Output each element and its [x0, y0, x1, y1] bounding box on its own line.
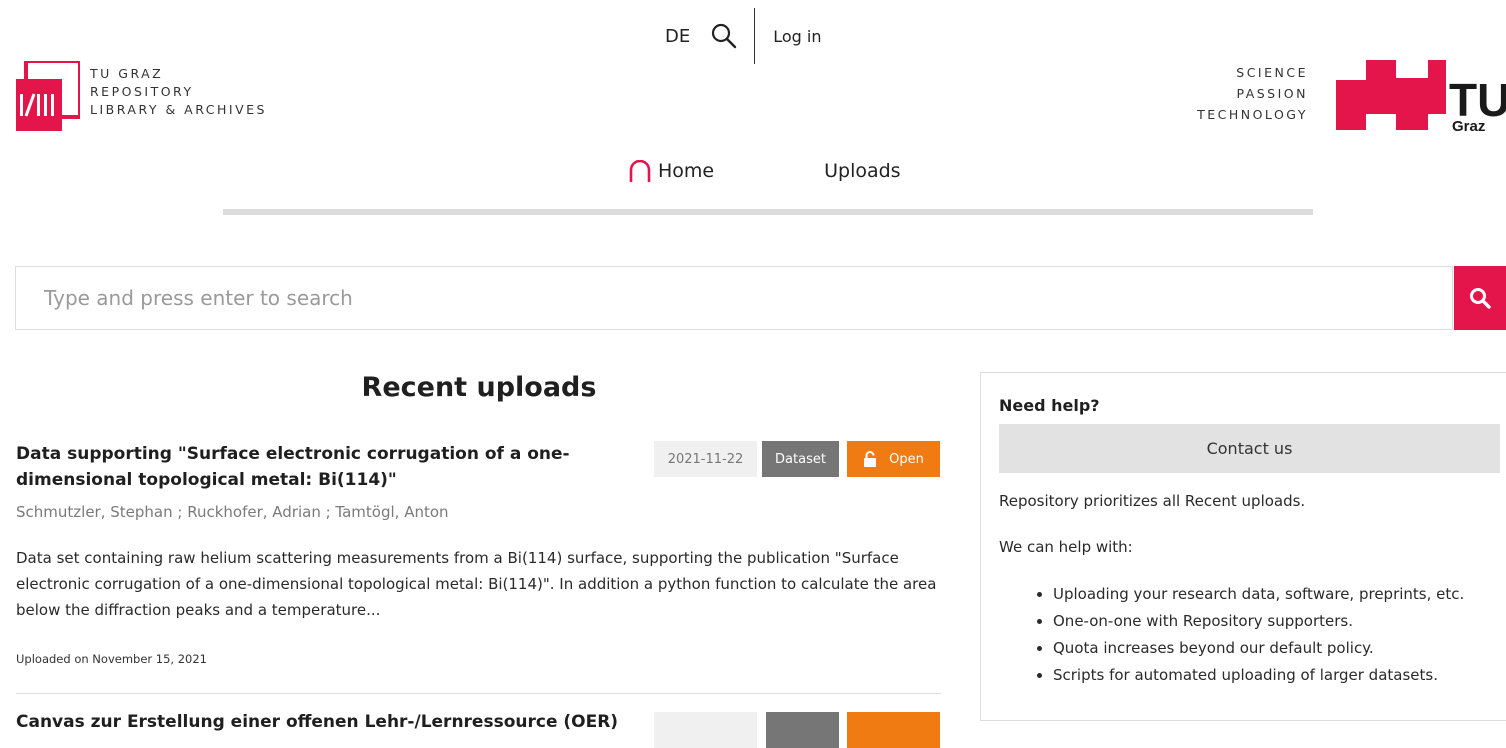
- access-label: Open: [889, 451, 924, 467]
- help-list: Uploading your research data, software, …: [1013, 581, 1464, 689]
- help-text: We can help with:: [999, 538, 1133, 556]
- login-link[interactable]: Log in: [773, 27, 821, 46]
- search-icon: [1470, 288, 1491, 309]
- search-button[interactable]: [1454, 266, 1506, 330]
- resource-type-badge[interactable]: [766, 712, 839, 748]
- nav-uploads[interactable]: Uploads: [824, 160, 900, 182]
- repo-logo-line: REPOSITORY: [90, 84, 194, 99]
- help-list-item: Uploading your research data, software, …: [1053, 581, 1464, 608]
- home-icon: [629, 160, 651, 182]
- slogan-line: TECHNOLOGY: [1197, 107, 1308, 122]
- search-box: [15, 266, 1453, 330]
- access-open-badge[interactable]: [847, 712, 940, 748]
- nav-home-label: Home: [658, 160, 715, 182]
- top-utility-bar: DE Log in: [650, 8, 821, 64]
- divider: [754, 8, 756, 64]
- record-separator: [16, 693, 941, 694]
- publication-date-badge: 2021-11-22: [654, 441, 757, 477]
- help-list-item: One-on-one with Repository supporters.: [1053, 608, 1464, 635]
- language-switch[interactable]: DE: [665, 26, 690, 47]
- record-title-link[interactable]: Data supporting "Surface electronic corr…: [16, 441, 636, 493]
- tu-graz-logo[interactable]: TU Graz: [1336, 58, 1506, 132]
- recent-uploads-heading: Recent uploads: [361, 372, 597, 403]
- slogan-line: PASSION: [1236, 86, 1308, 101]
- publication-date-badge: [654, 712, 757, 748]
- repository-logo-text: TU GRAZ REPOSITORY LIBRARY & ARCHIVES: [90, 65, 267, 131]
- search-icon[interactable]: [710, 22, 738, 50]
- help-list-item: Scripts for automated uploading of large…: [1053, 662, 1464, 689]
- tu-slogan: SCIENCE PASSION TECHNOLOGY: [1197, 62, 1308, 125]
- help-list-item: Quota increases beyond our default polic…: [1053, 635, 1464, 662]
- tu-logo-subtext: Graz: [1452, 118, 1485, 132]
- nav-underline: [223, 209, 1313, 215]
- help-title: Need help?: [999, 396, 1100, 415]
- access-open-badge[interactable]: Open: [847, 441, 940, 477]
- resource-type-badge[interactable]: Dataset: [762, 441, 839, 477]
- record-description: Data set containing raw helium scatterin…: [16, 549, 937, 619]
- unlock-icon: [864, 451, 877, 467]
- repository-logo[interactable]: TU GRAZ REPOSITORY LIBRARY & ARCHIVES: [16, 61, 267, 131]
- repository-logo-mark: [16, 61, 80, 131]
- search-input[interactable]: [42, 285, 1452, 311]
- slogan-line: SCIENCE: [1236, 65, 1308, 80]
- record-authors: Schmutzler, Stephan ; Ruckhofer, Adrian …: [16, 503, 449, 521]
- repo-logo-line: LIBRARY & ARCHIVES: [90, 102, 267, 117]
- main-nav: Home Uploads: [628, 160, 901, 182]
- record-title-link[interactable]: Canvas zur Erstellung einer offenen Lehr…: [16, 712, 618, 732]
- help-text: Repository prioritizes all Recent upload…: [999, 492, 1306, 510]
- contact-us-button[interactable]: Contact us: [999, 424, 1500, 473]
- nav-home[interactable]: Home: [628, 160, 714, 182]
- repo-logo-line: TU GRAZ: [90, 66, 164, 81]
- record-uploaded-date: Uploaded on November 15, 2021: [16, 652, 207, 666]
